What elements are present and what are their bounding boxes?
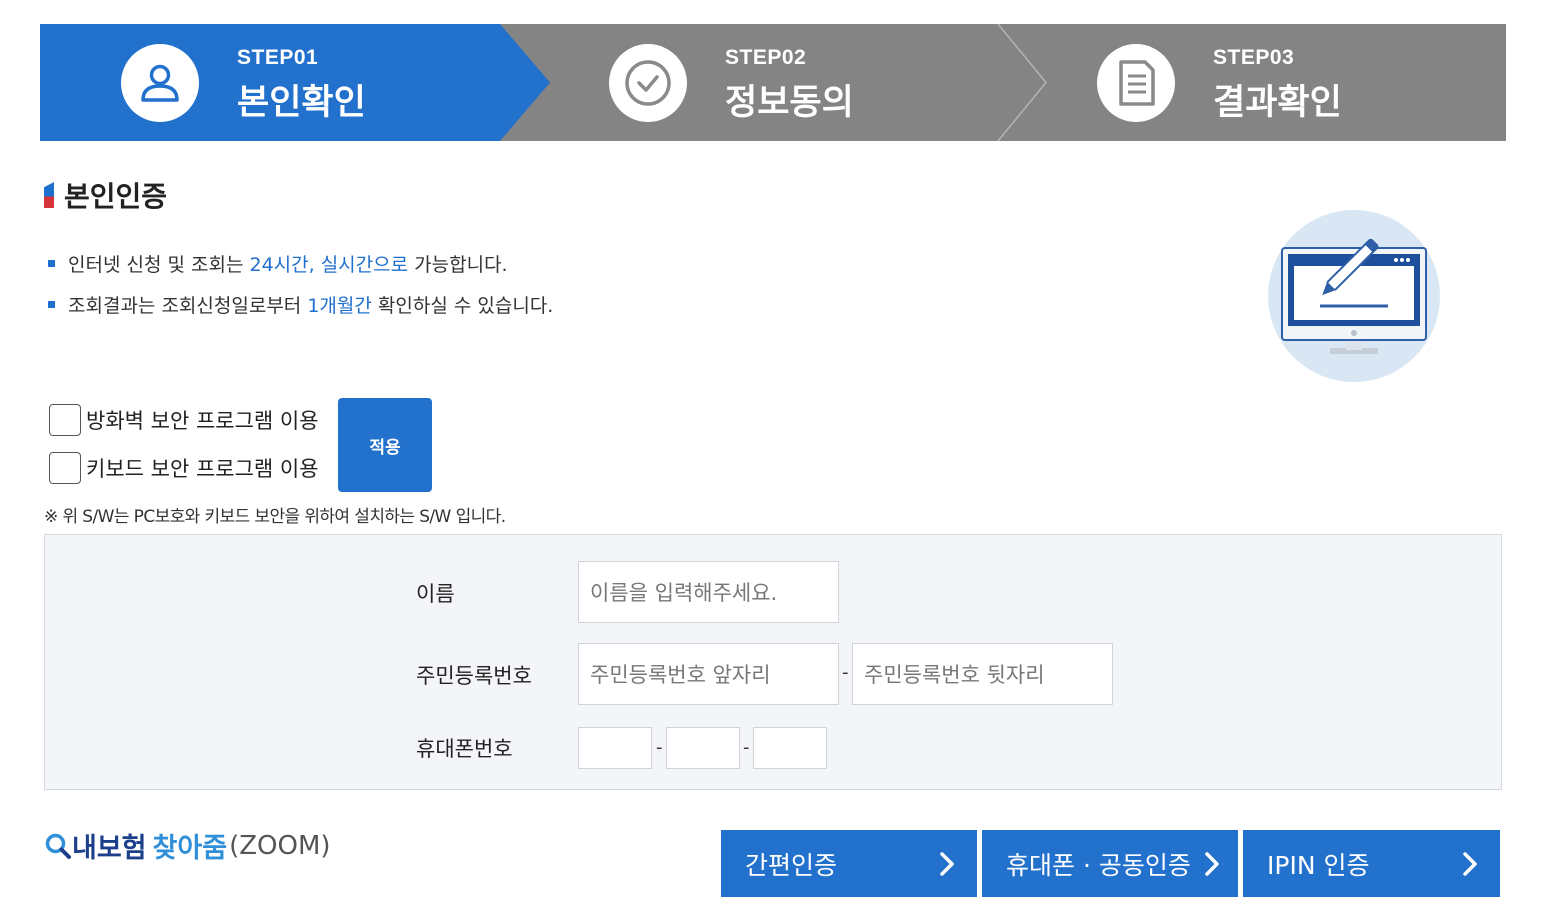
keyboard-security-checkbox[interactable] [49, 452, 81, 484]
step-1-number: STEP01 [237, 46, 319, 69]
check-circle-icon [609, 44, 687, 122]
rrn-separator: - [842, 662, 849, 683]
chevron-right-icon [1463, 851, 1477, 876]
simple-auth-label: 간편인증 [745, 850, 838, 880]
monitor-pen-illustration [1268, 210, 1440, 382]
chevron-right-icon [940, 851, 954, 876]
section-heading: 본인인증 [44, 178, 168, 213]
notice-1: 인터넷 신청 및 조회는 24시간, 실시간으로 가능합니다. [48, 250, 508, 277]
software-note: ※ 위 S/W는 PC보호와 키보드 보안을 위하여 설치하는 S/W 입니다. [44, 507, 506, 527]
phone-part-1-input[interactable] [578, 727, 652, 769]
rrn-label: 주민등록번호 [416, 664, 532, 688]
keyboard-security-option-label: 키보드 보안 프로그램 이용 [86, 457, 319, 481]
step-3-title: 결과확인 [1213, 83, 1342, 123]
rrn-back-input[interactable]: 주민등록번호 뒷자리 [852, 643, 1113, 705]
section-marker-icon [44, 182, 54, 208]
firewall-option[interactable]: 방화벽 보안 프로그램 이용 [49, 404, 319, 436]
notice-2-text: 조회결과는 조회신청일로부터 [68, 295, 308, 317]
ipin-auth-label: IPIN 인증 [1267, 850, 1370, 880]
phone-part-2-input[interactable] [666, 727, 740, 769]
step-2-title: 정보동의 [725, 83, 854, 123]
phone-label: 휴대폰번호 [416, 737, 513, 761]
phone-separator-1: - [656, 737, 663, 758]
bullet-icon [48, 301, 55, 308]
notice-2: 조회결과는 조회신청일로부터 1개월간 확인하실 수 있습니다. [48, 291, 553, 318]
logo-text-1: 내보험 [72, 833, 147, 864]
notice-2-text-end: 확인하실 수 있습니다. [371, 295, 554, 317]
logo-text-3: (ZOOM) [229, 830, 331, 861]
firewall-checkbox[interactable] [49, 404, 81, 436]
rrn-front-input[interactable]: 주민등록번호 앞자리 [578, 643, 839, 705]
step-3-number: STEP03 [1213, 46, 1295, 69]
step-1-title: 본인확인 [237, 83, 366, 123]
name-label: 이름 [416, 582, 455, 606]
phone-separator-2: - [743, 737, 750, 758]
bullet-icon [48, 260, 55, 267]
section-title: 본인인증 [64, 180, 168, 213]
firewall-option-label: 방화벽 보안 프로그램 이용 [86, 409, 319, 433]
user-icon [121, 44, 199, 122]
notice-1-text-end: 가능합니다. [408, 254, 508, 276]
ipin-auth-button[interactable]: IPIN 인증 [1243, 830, 1500, 897]
step-2-number: STEP02 [725, 46, 807, 69]
document-icon [1097, 44, 1175, 122]
notice-1-text: 인터넷 신청 및 조회는 [68, 254, 250, 276]
phone-part-3-input[interactable] [753, 727, 827, 769]
chevron-right-icon [1205, 851, 1219, 876]
name-input[interactable]: 이름을 입력해주세요. [578, 561, 839, 623]
logo-text-2: 찾아줌 [152, 833, 228, 864]
simple-auth-button[interactable]: 간편인증 [721, 830, 977, 897]
phone-cert-auth-button[interactable]: 휴대폰 · 공동인증 [982, 830, 1238, 897]
keyboard-security-option[interactable]: 키보드 보안 프로그램 이용 [49, 452, 319, 484]
magnifier-icon [45, 833, 71, 859]
apply-button[interactable]: 적용 [338, 398, 432, 492]
notice-1-highlight: 24시간, 실시간으로 [249, 254, 409, 276]
notice-2-highlight: 1개월간 [307, 295, 372, 317]
step-progress-bar: STEP01 본인확인 STEP02 정보동의 STEP03 결과확인 [40, 24, 1506, 141]
brand-logo: 내보험 찾아줌 (ZOOM) [44, 826, 331, 865]
phone-cert-auth-label: 휴대폰 · 공동인증 [1006, 850, 1191, 880]
